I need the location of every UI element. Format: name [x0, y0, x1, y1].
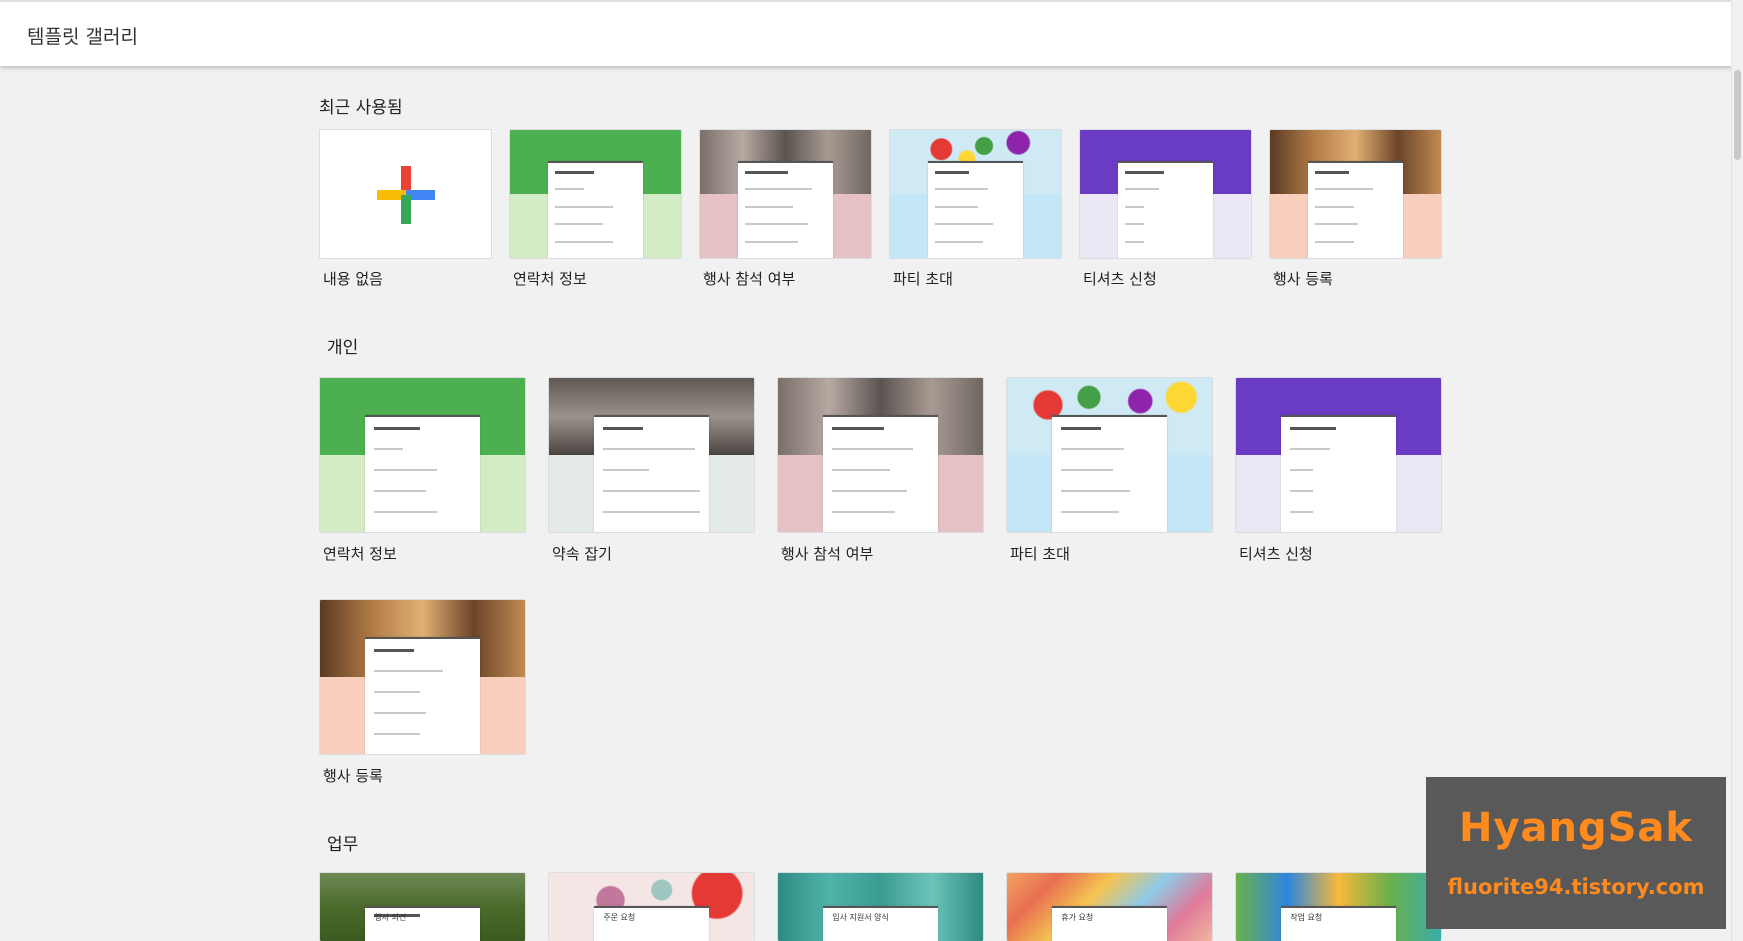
template-card-party[interactable] — [1006, 377, 1213, 533]
template-label[interactable]: 티셔츠 신청 — [1083, 268, 1157, 289]
template-label[interactable]: 행사 등록 — [1273, 268, 1333, 289]
template-label[interactable]: 연락처 정보 — [323, 543, 397, 564]
template-card-event-feedback[interactable]: 행사 의견 — [319, 872, 526, 941]
template-label[interactable]: 파티 초대 — [893, 268, 953, 289]
template-label[interactable]: 파티 초대 — [1010, 543, 1070, 564]
template-card-contact[interactable] — [509, 129, 682, 259]
template-label[interactable]: 연락처 정보 — [513, 268, 587, 289]
template-card-title: 행사 의견 — [374, 912, 407, 922]
template-card-event[interactable] — [319, 599, 526, 755]
template-card-order-request[interactable]: 주문 요청 — [548, 872, 755, 941]
top-bar: 템플릿 갤러리 — [0, 0, 1743, 66]
template-card-rsvp[interactable] — [699, 129, 872, 259]
template-card-job-application[interactable]: 입사 지원서 양식 — [777, 872, 984, 941]
template-card-time-off[interactable]: 휴가 요청 — [1006, 872, 1213, 941]
scrollbar-thumb[interactable] — [1734, 70, 1741, 160]
template-card-tshirt[interactable] — [1235, 377, 1442, 533]
template-card-title: 입사 지원서 양식 — [832, 912, 889, 922]
template-card-contact[interactable] — [319, 377, 526, 533]
template-card-appointment[interactable] — [548, 377, 755, 533]
section-title-work: 업무 — [327, 835, 359, 855]
watermark-url: fluorite94.tistory.com — [1447, 875, 1705, 899]
template-label[interactable]: 티셔츠 신청 — [1239, 543, 1313, 564]
template-card-title: 주문 요청 — [603, 912, 636, 922]
template-card-tshirt[interactable] — [1079, 129, 1252, 259]
template-card-title: 휴가 요청 — [1061, 912, 1094, 922]
section-title-recent: 최근 사용됨 — [319, 98, 403, 118]
watermark: HyangSak fluorite94.tistory.com — [1426, 777, 1726, 929]
template-card-title: 작업 요청 — [1290, 912, 1323, 922]
template-card-event[interactable] — [1269, 129, 1442, 259]
section-title-personal: 개인 — [327, 338, 359, 358]
scrollbar[interactable] — [1731, 0, 1743, 941]
template-label[interactable]: 행사 참석 여부 — [703, 268, 795, 289]
template-label[interactable]: 약속 잡기 — [552, 543, 612, 564]
template-card-party[interactable] — [889, 129, 1062, 259]
template-card-work-request[interactable]: 작업 요청 — [1235, 872, 1442, 941]
watermark-title: HyangSak — [1458, 805, 1694, 851]
template-label[interactable]: 행사 참석 여부 — [781, 543, 873, 564]
template-card-rsvp[interactable] — [777, 377, 984, 533]
page-title: 템플릿 갤러리 — [27, 26, 138, 48]
template-card-blank[interactable] — [319, 129, 492, 259]
plus-icon — [377, 166, 435, 224]
template-label[interactable]: 내용 없음 — [323, 268, 383, 289]
template-label[interactable]: 행사 등록 — [323, 765, 383, 786]
